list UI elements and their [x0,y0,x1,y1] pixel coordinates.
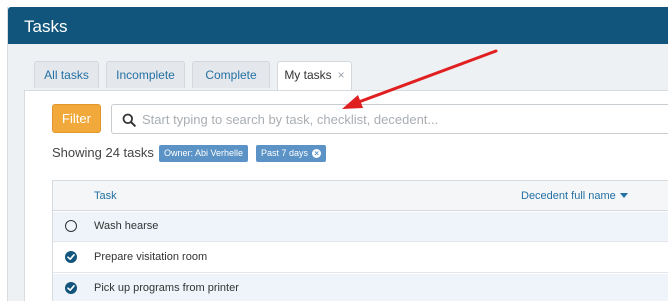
search-box[interactable] [111,104,668,134]
completed-check-icon[interactable] [65,251,77,263]
search-icon [122,113,136,127]
tab-label: All tasks [44,68,89,82]
task-name: Wash hearse [94,220,159,232]
remove-filter-icon[interactable]: × [312,149,322,158]
tab-my-tasks[interactable]: My tasks × [277,61,352,91]
tab-all-tasks[interactable]: All tasks [34,61,99,88]
table-row[interactable]: Prepare visitation room [53,243,668,273]
tab-incomplete[interactable]: Incomplete [106,61,185,88]
date-filter-chip[interactable]: Past 7 days × [256,145,327,162]
page-title: Tasks [24,17,68,36]
task-name: Prepare visitation room [94,251,208,263]
tasks-table: Task Decedent full name Wash hearse Prep… [52,180,668,301]
tasks-panel: Filter Showing 24 tasks Owner: Abi Verhe… [24,90,668,301]
tab-label: My tasks [284,68,332,82]
filter-button[interactable]: Filter [52,104,101,133]
sort-desc-icon [619,193,628,198]
tab-complete[interactable]: Complete [192,61,270,88]
table-row[interactable]: Pick up programs from printer [53,274,668,301]
column-header-decedent[interactable]: Decedent full name [521,190,628,202]
incomplete-circle-icon[interactable] [65,220,77,232]
task-name: Pick up programs from printer [94,282,239,294]
completed-check-icon[interactable] [65,282,77,294]
app-header: Tasks [8,7,668,44]
tab-label: Incomplete [116,68,175,82]
column-label: Decedent full name [521,190,616,202]
chip-label: Past 7 days [261,148,309,158]
close-icon[interactable]: × [338,68,345,82]
task-count: Showing 24 tasks [52,145,154,160]
tab-label: Complete [205,68,257,82]
owner-filter-chip: Owner: Abi Verhelle [159,145,249,162]
app-window: Tasks All tasks Incomplete Complete My t… [7,7,668,301]
table-row[interactable]: Wash hearse [53,212,668,242]
chip-label: Owner: Abi Verhelle [164,148,244,158]
table-header: Task Decedent full name [53,181,668,211]
column-header-task[interactable]: Task [94,190,117,202]
search-input[interactable] [142,108,662,130]
